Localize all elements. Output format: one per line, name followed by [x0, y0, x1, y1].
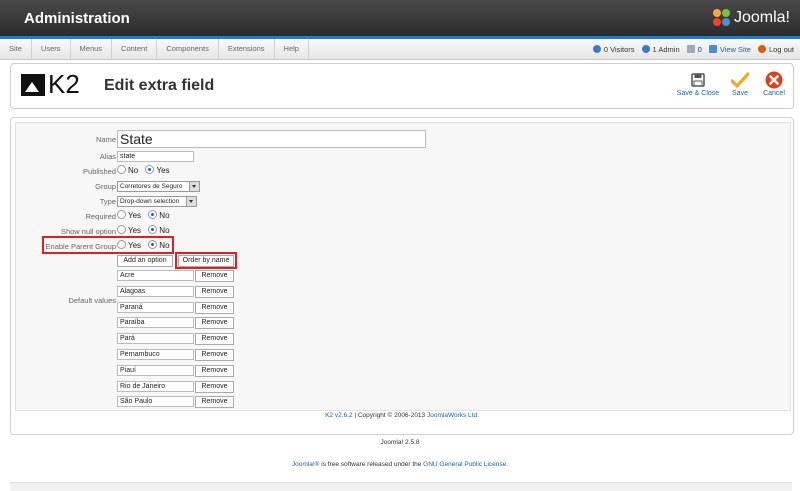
- required-radio-group: Yes No: [117, 210, 170, 220]
- default-values-label: Default values: [68, 296, 116, 305]
- cancel-button[interactable]: Cancel: [757, 70, 791, 104]
- logout-link[interactable]: Log out: [757, 45, 794, 54]
- option-value-input[interactable]: Piauí: [117, 364, 194, 376]
- joomla-link[interactable]: Joomla!®: [292, 461, 320, 468]
- type-label: Type: [99, 197, 116, 206]
- joomla-logo[interactable]: Joomla!: [712, 7, 790, 29]
- menu-users[interactable]: Users: [32, 39, 71, 59]
- add-option-button[interactable]: Add an option: [117, 255, 173, 267]
- k2-logo: K2: [21, 69, 93, 100]
- option-value-input[interactable]: Alagoas: [117, 285, 194, 297]
- cancel-icon: [757, 70, 791, 90]
- messages-status[interactable]: 0: [686, 45, 702, 54]
- remove-option-button[interactable]: Remove: [195, 333, 234, 346]
- alias-label: Alias: [99, 152, 116, 161]
- null-option-no-radio[interactable]: [148, 225, 158, 235]
- view-site-link[interactable]: View Site: [708, 45, 751, 54]
- page-title: Edit extra field: [104, 77, 215, 94]
- remove-option-button[interactable]: Remove: [195, 364, 234, 377]
- menu-components[interactable]: Components: [157, 39, 219, 59]
- joomla-logo-icon: [712, 9, 731, 27]
- remove-option-button[interactable]: Remove: [195, 285, 234, 298]
- group-select[interactable]: Corretores de Seguro: [117, 181, 200, 192]
- published-yes-radio[interactable]: [145, 165, 155, 175]
- name-input[interactable]: State: [117, 130, 426, 148]
- name-label: Name: [95, 135, 116, 144]
- admin-title: Administration: [24, 10, 130, 27]
- published-no-radio[interactable]: [117, 165, 126, 175]
- option-value-input[interactable]: Pernambuco: [117, 349, 194, 360]
- chevron-down-icon: [186, 197, 196, 206]
- k2-copyright: K2 v2.6.2 | Copyright © 2006-2013 Joomla…: [325, 412, 479, 419]
- gpl-link[interactable]: GNU General Public License: [423, 461, 506, 468]
- null-option-yes-radio[interactable]: [117, 225, 126, 235]
- remove-option-button[interactable]: Remove: [195, 380, 234, 393]
- published-label: Published: [83, 167, 116, 176]
- joomlaworks-link[interactable]: JoomlaWorks Ltd.: [427, 412, 479, 419]
- admins-status: 1 Admin: [641, 45, 680, 54]
- option-value-input[interactable]: São Paulo: [117, 396, 194, 408]
- admin-menubar: Site Users Menus Content Components Exte…: [0, 39, 800, 60]
- menu-content[interactable]: Content: [112, 39, 158, 59]
- remove-option-button[interactable]: Remove: [195, 317, 234, 330]
- visitors-icon: [592, 45, 601, 53]
- k2-version-link[interactable]: K2 v2.6.2: [325, 412, 352, 419]
- option-value-input[interactable]: Pará: [117, 333, 194, 345]
- alias-input[interactable]: state: [117, 151, 194, 162]
- option-value-input[interactable]: Acre: [117, 270, 194, 281]
- checkmark-icon: [723, 70, 757, 90]
- highlight-order-by-name: [175, 252, 237, 269]
- null-option-radio-group: Yes No: [117, 225, 170, 235]
- main-menu: Site Users Menus Content Components Exte…: [0, 39, 309, 59]
- joomla-license-footer: Joomla!® is free software released under…: [291, 461, 509, 468]
- main-content: Name Alias Published Group Type Required…: [10, 117, 794, 435]
- option-value-input[interactable]: Rio de Janeiro: [117, 380, 194, 392]
- remove-option-button[interactable]: Remove: [195, 270, 234, 282]
- chevron-down-icon: [189, 182, 199, 191]
- option-value-input[interactable]: Paraíba: [117, 317, 194, 329]
- required-label: Required: [85, 212, 116, 221]
- k2-mountain-icon: [21, 74, 45, 96]
- remove-option-button[interactable]: Remove: [195, 396, 234, 409]
- menu-help[interactable]: Help: [275, 39, 309, 59]
- option-value-input[interactable]: Paraná: [117, 301, 194, 313]
- mail-icon: [686, 45, 695, 53]
- admin-icon: [641, 45, 650, 53]
- save-close-icon: [673, 70, 723, 90]
- menu-menus[interactable]: Menus: [71, 39, 113, 59]
- menu-extensions[interactable]: Extensions: [219, 39, 275, 59]
- status-bar: 0 Visitors 1 Admin 0 View Site Log out: [586, 39, 794, 59]
- save-close-button[interactable]: Save & Close: [673, 70, 723, 104]
- remove-option-button[interactable]: Remove: [195, 349, 234, 361]
- group-label: Group: [95, 182, 116, 191]
- visitors-status: 0 Visitors: [592, 45, 635, 54]
- extra-field-form: Name Alias Published Group Type Required…: [15, 122, 791, 411]
- required-no-radio[interactable]: [148, 210, 158, 220]
- admin-header: Administration Joomla!: [0, 0, 800, 39]
- remove-option-button[interactable]: Remove: [195, 301, 234, 314]
- logout-icon: [757, 45, 766, 53]
- joomla-version: Joomla! 2.5.8: [380, 439, 420, 446]
- published-radio-group: No Yes: [117, 165, 170, 175]
- save-button[interactable]: Save: [723, 70, 757, 104]
- monitor-icon: [708, 45, 717, 53]
- null-option-label: Show null option: [60, 227, 116, 236]
- labels-column: Name Alias Published Group Type Required…: [16, 123, 116, 410]
- menu-site[interactable]: Site: [0, 39, 32, 59]
- type-select[interactable]: Drop-down selection: [117, 196, 197, 207]
- highlight-parent-group: [42, 236, 174, 254]
- toolbar: K2 Edit extra field Save & Close Save Ca…: [10, 63, 794, 109]
- joomla-logo-text: Joomla!: [733, 9, 790, 26]
- required-yes-radio[interactable]: [117, 210, 126, 220]
